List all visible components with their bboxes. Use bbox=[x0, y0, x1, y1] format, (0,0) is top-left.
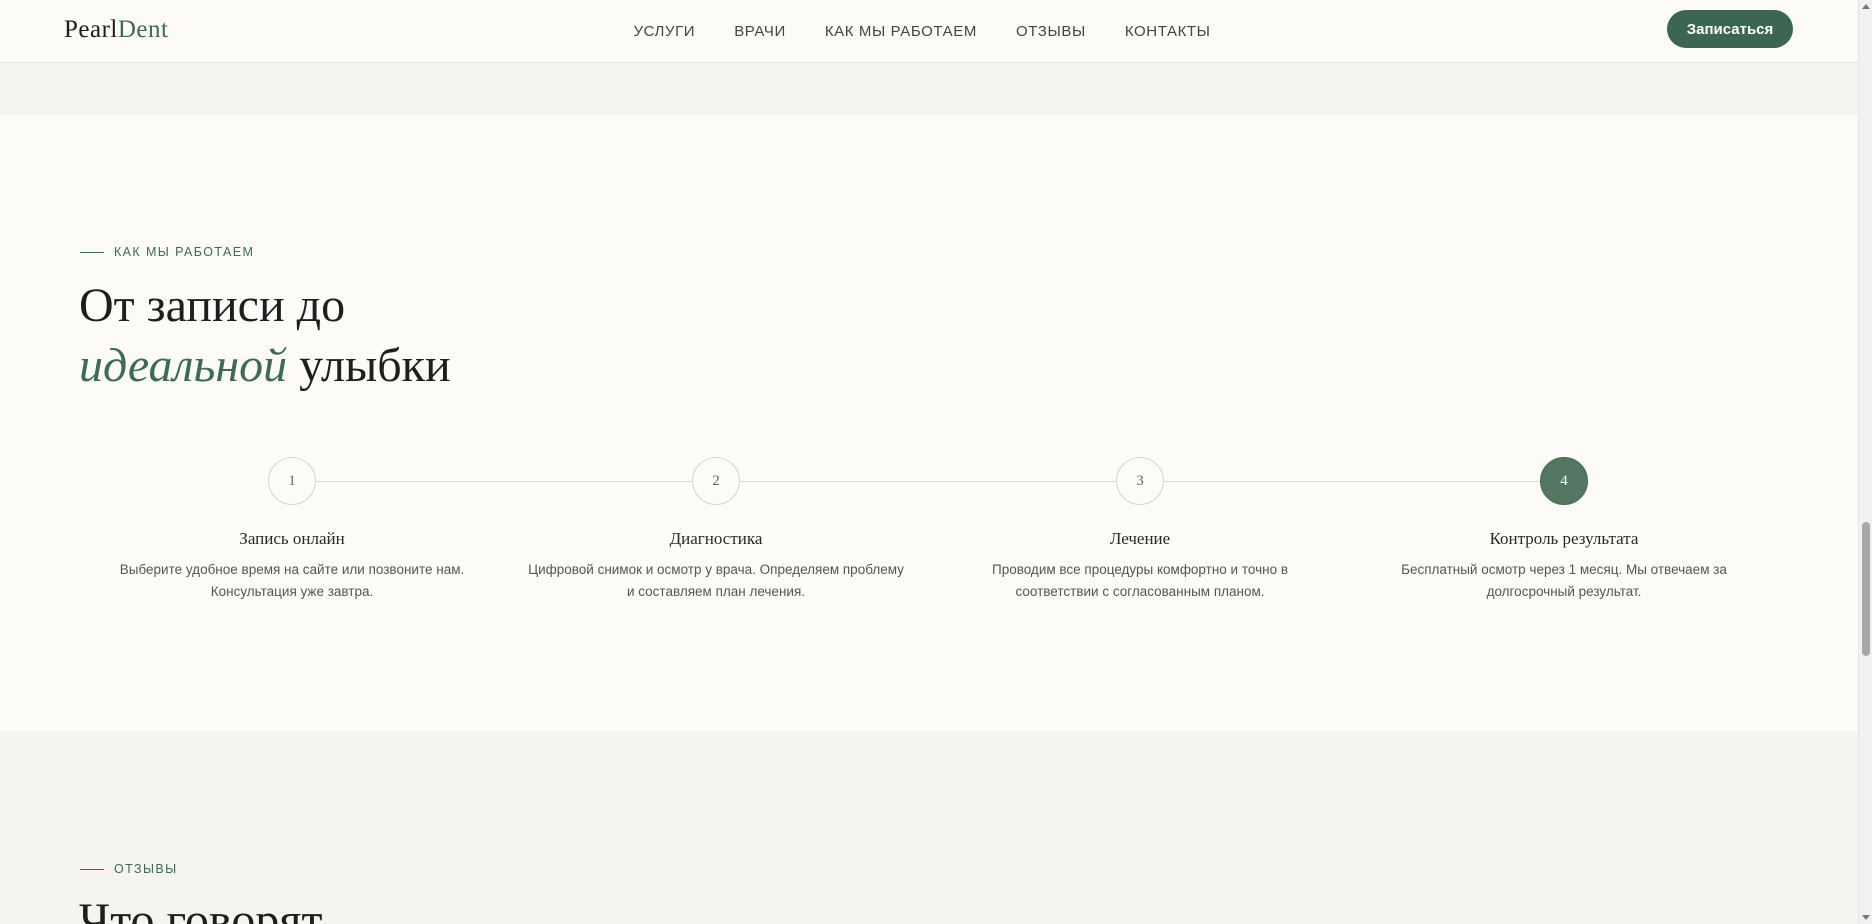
section-title: От записи до идеальной улыбки bbox=[79, 276, 451, 396]
step-title: Диагностика bbox=[669, 529, 763, 548]
step-description: Бесплатный осмотр через 1 месяц. Мы отве… bbox=[1401, 562, 1727, 599]
step-item: 2 Диагностика Цифровой снимок и осмотр у… bbox=[516, 457, 916, 603]
step-title: Запись онлайн bbox=[239, 529, 345, 548]
step-title: Контроль результата bbox=[1489, 529, 1639, 548]
step-item: 3 Лечение Проводим все процедуры комфорт… bbox=[940, 457, 1340, 603]
site-header: PearlDent УСЛУГИ ВРАЧИ КАК МЫ РАБОТАЕМ О… bbox=[0, 0, 1858, 63]
eyebrow-text: ОТЗЫВЫ bbox=[114, 862, 178, 876]
scrollbar-thumb[interactable] bbox=[1862, 522, 1870, 656]
eyebrow-line bbox=[80, 251, 104, 253]
step-description: Выберите удобное время на сайте или позв… bbox=[119, 562, 465, 599]
step-number-circle: 1 bbox=[268, 457, 316, 505]
step-item: 1 Запись онлайн Выберите удобное время н… bbox=[92, 457, 492, 603]
eyebrow-text: КАК МЫ РАБОТАЕМ bbox=[114, 245, 255, 259]
title-rest: улыбки bbox=[287, 339, 451, 392]
step-title: Лечение bbox=[1109, 529, 1171, 548]
title-emphasis: идеальной bbox=[79, 339, 288, 392]
eyebrow-line bbox=[80, 868, 104, 870]
reviews-section: ОТЗЫВЫ Что говорят bbox=[0, 731, 1858, 924]
nav-link-contacts[interactable]: КОНТАКТЫ bbox=[1125, 23, 1211, 40]
main-nav: УСЛУГИ ВРАЧИ КАК МЫ РАБОТАЕМ ОТЗЫВЫ КОНТ… bbox=[0, 0, 1858, 63]
step-number-circle: 3 bbox=[1116, 457, 1164, 505]
step-description: Цифровой снимок и осмотр у врача. Опреде… bbox=[528, 562, 904, 599]
step-item-active: 4 Контроль результата Бесплатный осмотр … bbox=[1364, 457, 1764, 603]
nav-link-how-we-work[interactable]: КАК МЫ РАБОТАЕМ bbox=[825, 23, 977, 40]
nav-link-doctors[interactable]: ВРАЧИ bbox=[734, 23, 786, 40]
step-number-circle-active: 4 bbox=[1540, 457, 1588, 505]
reviews-eyebrow: ОТЗЫВЫ bbox=[80, 862, 178, 876]
title-line-1: От записи до bbox=[79, 279, 346, 332]
section-eyebrow: КАК МЫ РАБОТАЕМ bbox=[80, 245, 254, 259]
step-description: Проводим все процедуры комфортно и точно… bbox=[991, 562, 1288, 599]
section-divider-band bbox=[0, 63, 1858, 115]
nav-link-services[interactable]: УСЛУГИ bbox=[633, 23, 695, 40]
step-number-circle: 2 bbox=[692, 457, 740, 505]
how-we-work-section: КАК МЫ РАБОТАЕМ От записи до идеальной у… bbox=[0, 115, 1858, 731]
nav-link-reviews[interactable]: ОТЗЫВЫ bbox=[1016, 23, 1086, 40]
page-scrollbar[interactable] bbox=[1858, 0, 1872, 924]
scroll-down-arrow-icon[interactable] bbox=[1862, 915, 1870, 920]
book-appointment-button[interactable]: Записаться bbox=[1667, 10, 1793, 48]
scroll-up-arrow-icon[interactable] bbox=[1862, 4, 1870, 9]
reviews-title: Что говорят bbox=[79, 894, 323, 924]
